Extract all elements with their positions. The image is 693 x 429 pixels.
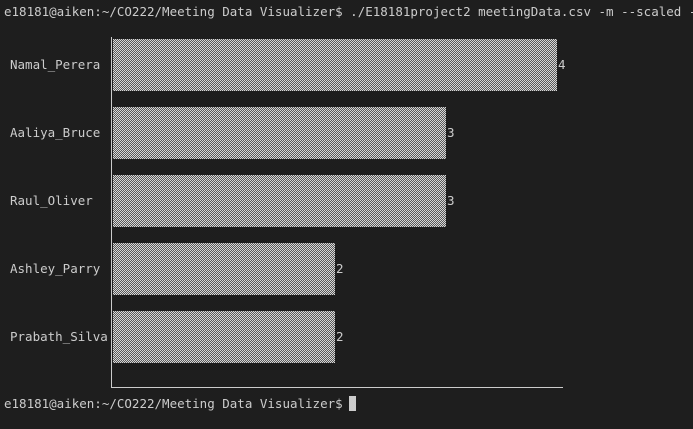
bar-5 (113, 311, 335, 363)
prompt-text: e18181@aiken:~/CO222/Meeting Data Visual… (4, 396, 343, 411)
bar-label-4: Ashley_Parry (10, 261, 101, 276)
text-cursor (348, 396, 356, 411)
bar-label-3: Raul_Oliver (10, 193, 93, 208)
prompt-line[interactable]: e18181@aiken:~/CO222/Meeting Data Visual… (4, 396, 356, 412)
terminal-window[interactable]: e18181@aiken:~/CO222/Meeting Data Visual… (0, 0, 693, 429)
bar-label-5: Prabath_Silva (10, 329, 108, 344)
bar-value-1: 4 (558, 57, 566, 72)
bar-value-2: 3 (447, 125, 455, 140)
bar-3 (113, 175, 446, 227)
bar-2 (113, 107, 446, 159)
bar-label-1: Namal_Perera (10, 57, 100, 72)
bar-4 (113, 243, 335, 295)
bar-value-5: 2 (336, 329, 344, 344)
bar-chart: Namal_Perera 4 Aaliya_Bruce 3 Raul_Oliver 3 As… (10, 37, 566, 388)
bar-value-3: 3 (447, 193, 455, 208)
bar-label-2: Aaliya_Bruce (10, 125, 100, 140)
bar-value-4: 2 (336, 261, 344, 276)
bar-1 (113, 39, 557, 91)
